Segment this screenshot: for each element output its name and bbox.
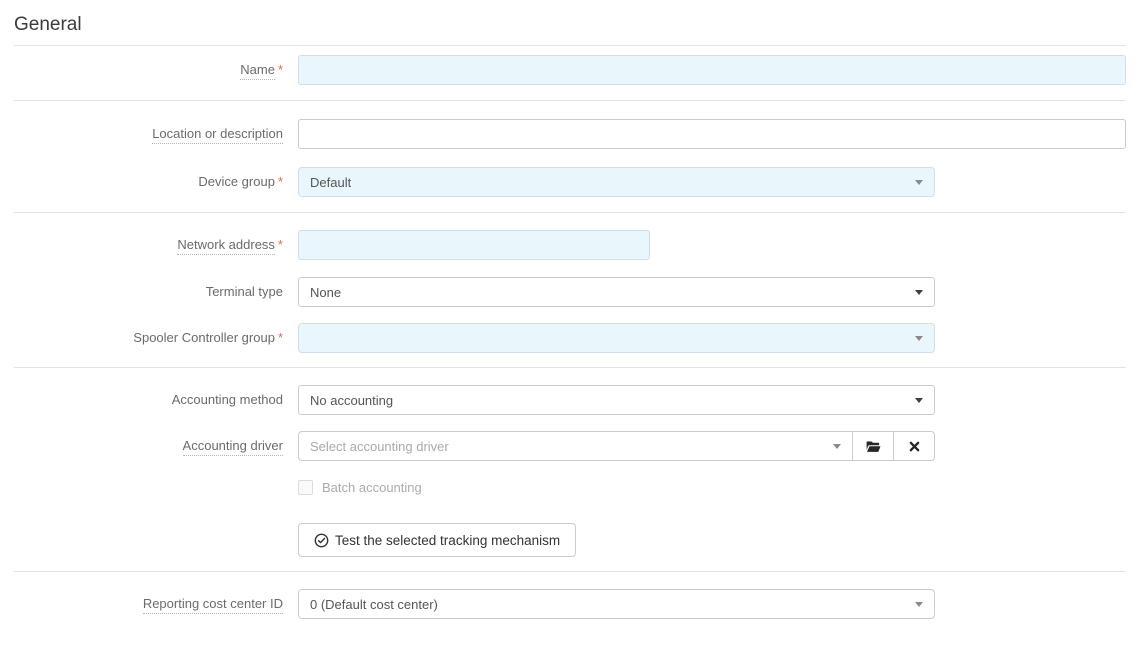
name-label: Name* <box>14 62 283 78</box>
batch-accounting-checkbox <box>298 480 313 495</box>
accounting-driver-select[interactable]: Select accounting driver <box>298 431 853 461</box>
page-title: General <box>14 14 1126 36</box>
row-terminal-type: Terminal type None <box>14 277 1126 307</box>
check-circle-icon <box>314 533 329 548</box>
location-input[interactable] <box>298 119 1126 149</box>
accounting-method-label: Accounting method <box>14 392 283 408</box>
row-reporting-cost-center: Reporting cost center ID 0 (Default cost… <box>14 589 1126 619</box>
general-settings-panel: General Name* Location or description De… <box>0 14 1140 619</box>
required-asterisk: * <box>278 62 283 77</box>
section-divider <box>14 100 1126 101</box>
row-accounting-driver: Accounting driver Select accounting driv… <box>14 431 1126 461</box>
network-address-input[interactable] <box>298 230 650 260</box>
section-divider <box>14 45 1126 46</box>
accounting-method-select[interactable]: No accounting <box>298 385 935 415</box>
folder-open-icon <box>866 440 881 453</box>
required-asterisk: * <box>278 330 283 345</box>
row-name: Name* <box>14 55 1126 85</box>
row-location: Location or description <box>14 119 1126 149</box>
row-spooler-controller-group: Spooler Controller group* <box>14 323 1126 353</box>
chevron-down-icon <box>915 602 923 607</box>
chevron-down-icon <box>915 336 923 341</box>
row-device-group: Device group* Default <box>14 167 1126 197</box>
clear-x-icon <box>909 441 920 452</box>
device-group-select[interactable]: Default <box>298 167 935 197</box>
required-asterisk: * <box>278 237 283 252</box>
accounting-driver-group: Select accounting driver <box>298 431 935 461</box>
device-group-label: Device group* <box>14 174 283 190</box>
terminal-type-select[interactable]: None <box>298 277 935 307</box>
batch-accounting-label: Batch accounting <box>322 480 422 495</box>
reporting-cost-center-select[interactable]: 0 (Default cost center) <box>298 589 935 619</box>
row-test-tracking: Test the selected tracking mechanism <box>14 523 1126 557</box>
row-accounting-method: Accounting method No accounting <box>14 385 1126 415</box>
browse-driver-button[interactable] <box>852 431 894 461</box>
row-network-address: Network address* <box>14 230 1126 260</box>
chevron-down-icon <box>915 398 923 403</box>
chevron-down-icon <box>915 290 923 295</box>
test-tracking-button-label: Test the selected tracking mechanism <box>335 533 560 548</box>
section-divider <box>14 367 1126 368</box>
network-address-label: Network address* <box>14 237 283 253</box>
terminal-type-label: Terminal type <box>14 284 283 300</box>
chevron-down-icon <box>833 444 841 449</box>
spooler-controller-group-label: Spooler Controller group* <box>14 330 283 346</box>
required-asterisk: * <box>278 174 283 189</box>
location-label: Location or description <box>14 126 283 142</box>
clear-driver-button[interactable] <box>893 431 935 461</box>
spooler-controller-group-select[interactable] <box>298 323 935 353</box>
name-input[interactable] <box>298 55 1126 85</box>
accounting-driver-label: Accounting driver <box>14 438 283 454</box>
chevron-down-icon <box>915 180 923 185</box>
section-divider <box>14 212 1126 213</box>
section-divider <box>14 571 1126 572</box>
test-tracking-button[interactable]: Test the selected tracking mechanism <box>298 523 576 557</box>
reporting-cost-center-label: Reporting cost center ID <box>14 596 283 612</box>
row-batch-accounting: Batch accounting <box>14 480 1126 495</box>
